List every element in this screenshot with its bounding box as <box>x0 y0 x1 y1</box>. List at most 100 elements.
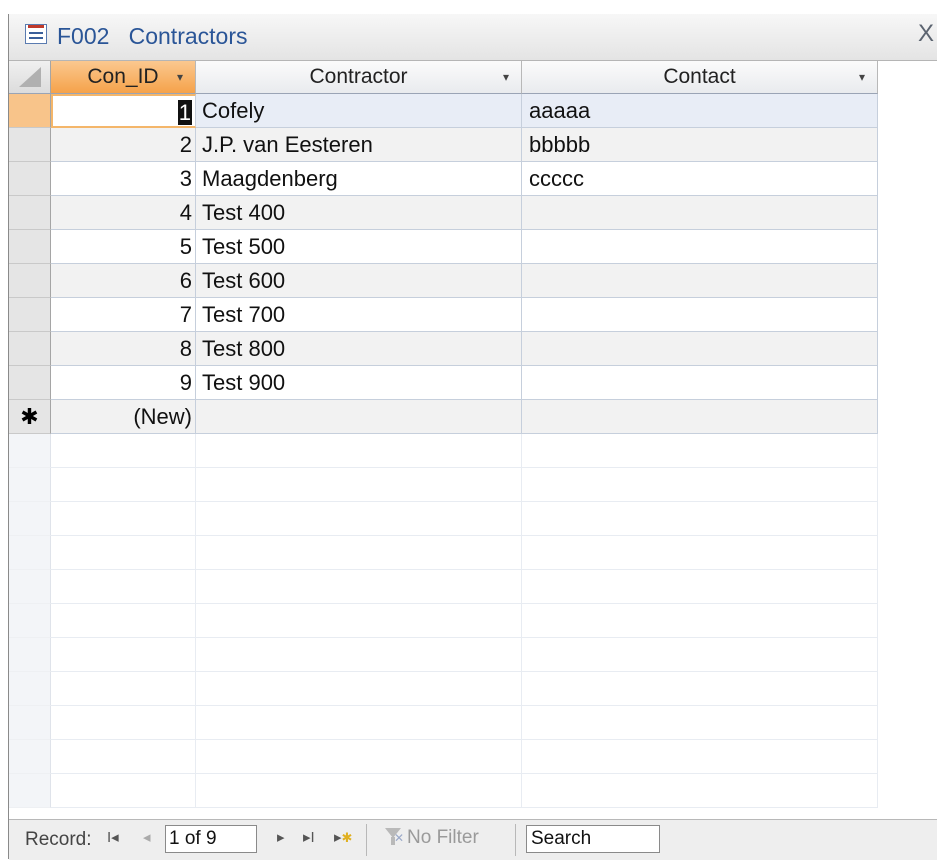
contact-cell[interactable] <box>522 230 878 264</box>
contact-cell[interactable]: ccccc <box>522 162 878 196</box>
con-id-cell[interactable]: 8 <box>51 332 196 366</box>
table-row[interactable]: 7 Test 700 <box>51 298 878 332</box>
empty-row <box>51 638 878 672</box>
close-icon[interactable]: X <box>918 21 934 47</box>
contact-cell[interactable] <box>522 196 878 230</box>
row-selector[interactable] <box>9 366 51 400</box>
new-record-row[interactable]: (New) <box>51 400 878 434</box>
con-id-cell[interactable]: 9 <box>51 366 196 400</box>
record-navigation-bar: Record: I◂ ◂ 1 of 9 ▸ ▸I ▸✱ ✕ No Filter S… <box>9 819 937 860</box>
con-id-cell[interactable]: 1 <box>51 94 196 128</box>
column-header-contact[interactable]: Contact ▾ <box>522 61 878 94</box>
column-header-contractor[interactable]: Contractor ▾ <box>196 61 522 94</box>
contractor-cell[interactable]: Test 400 <box>196 196 522 230</box>
empty-row-selector <box>9 604 51 638</box>
row-selector[interactable] <box>9 264 51 298</box>
current-record-field[interactable]: 1 of 9 <box>165 825 257 853</box>
empty-cell <box>522 740 878 774</box>
empty-cell <box>522 706 878 740</box>
contact-cell[interactable] <box>522 332 878 366</box>
search-input[interactable]: Search <box>526 825 660 853</box>
empty-cell <box>51 638 196 672</box>
table-row[interactable]: 8 Test 800 <box>51 332 878 366</box>
table-row[interactable]: 6 Test 600 <box>51 264 878 298</box>
new-row-cell[interactable] <box>522 400 878 434</box>
contractor-cell[interactable]: Maagdenberg <box>196 162 522 196</box>
form-title-bar[interactable]: F002 Contractors X <box>9 14 937 61</box>
empty-row-selector <box>9 672 51 706</box>
table-row[interactable]: 4 Test 400 <box>51 196 878 230</box>
contact-cell[interactable] <box>522 264 878 298</box>
table-row[interactable]: 1 Cofely aaaaa <box>51 94 878 128</box>
contractor-cell[interactable]: Test 500 <box>196 230 522 264</box>
empty-cell <box>522 638 878 672</box>
contractor-cell[interactable]: Cofely <box>196 94 522 128</box>
row-selector[interactable] <box>9 298 51 332</box>
con-id-cell[interactable]: 3 <box>51 162 196 196</box>
empty-cell <box>196 672 522 706</box>
table-row[interactable]: 2 J.P. van Eesteren bbbbb <box>51 128 878 162</box>
row-selector[interactable] <box>9 196 51 230</box>
select-all-button[interactable] <box>9 61 51 94</box>
con-id-cell[interactable]: 2 <box>51 128 196 162</box>
chevron-down-icon[interactable]: ▾ <box>177 61 183 93</box>
previous-record-button[interactable]: ◂ <box>143 828 151 846</box>
contact-cell[interactable] <box>522 366 878 400</box>
empty-cell <box>51 604 196 638</box>
row-selector[interactable] <box>9 94 51 128</box>
contractor-cell[interactable]: Test 600 <box>196 264 522 298</box>
empty-row <box>51 672 878 706</box>
empty-cell <box>51 570 196 604</box>
contact-cell[interactable] <box>522 298 878 332</box>
last-record-button[interactable]: ▸I <box>303 828 315 846</box>
next-record-button[interactable]: ▸ <box>277 828 285 846</box>
empty-cell <box>196 638 522 672</box>
table-row[interactable]: 9 Test 900 <box>51 366 878 400</box>
form-title: F002 Contractors <box>57 23 248 49</box>
contact-cell[interactable]: aaaaa <box>522 94 878 128</box>
empty-row-selector <box>9 740 51 774</box>
empty-cell <box>522 570 878 604</box>
row-selector[interactable] <box>9 128 51 162</box>
table-row[interactable]: 3 Maagdenberg ccccc <box>51 162 878 196</box>
filter-toggle[interactable]: ✕ No Filter <box>383 827 479 849</box>
empty-cell <box>51 740 196 774</box>
row-selector[interactable] <box>9 230 51 264</box>
table-row[interactable]: 5 Test 500 <box>51 230 878 264</box>
chevron-down-icon[interactable]: ▾ <box>859 61 865 93</box>
con-id-cell[interactable]: 5 <box>51 230 196 264</box>
filter-icon: ✕ <box>383 828 404 846</box>
contact-cell[interactable]: bbbbb <box>522 128 878 162</box>
column-header-con-id[interactable]: Con_ID ▾ <box>51 61 196 94</box>
empty-cell <box>51 434 196 468</box>
empty-cell <box>196 604 522 638</box>
empty-cell <box>196 502 522 536</box>
empty-cell <box>196 774 522 808</box>
chevron-down-icon[interactable]: ▾ <box>503 61 509 93</box>
empty-cell <box>522 468 878 502</box>
row-selector[interactable] <box>9 162 51 196</box>
con-id-cell[interactable]: 7 <box>51 298 196 332</box>
empty-cell <box>196 434 522 468</box>
con-id-cell[interactable]: 6 <box>51 264 196 298</box>
empty-cell <box>196 570 522 604</box>
divider <box>515 824 516 856</box>
new-row-cell[interactable]: (New) <box>51 400 196 434</box>
empty-cell <box>51 468 196 502</box>
new-record-button[interactable]: ▸✱ <box>334 828 352 846</box>
divider <box>366 824 367 856</box>
empty-row <box>51 706 878 740</box>
new-row-icon[interactable]: ✱ <box>9 400 51 434</box>
contractor-cell[interactable]: Test 700 <box>196 298 522 332</box>
contractor-cell[interactable]: J.P. van Eesteren <box>196 128 522 162</box>
first-record-button[interactable]: I◂ <box>107 828 119 846</box>
contractor-cell[interactable]: Test 900 <box>196 366 522 400</box>
form-icon <box>25 24 47 44</box>
empty-cell <box>522 536 878 570</box>
new-row-cell[interactable] <box>196 400 522 434</box>
empty-cell <box>196 740 522 774</box>
empty-row <box>51 740 878 774</box>
con-id-cell[interactable]: 4 <box>51 196 196 230</box>
contractor-cell[interactable]: Test 800 <box>196 332 522 366</box>
row-selector[interactable] <box>9 332 51 366</box>
